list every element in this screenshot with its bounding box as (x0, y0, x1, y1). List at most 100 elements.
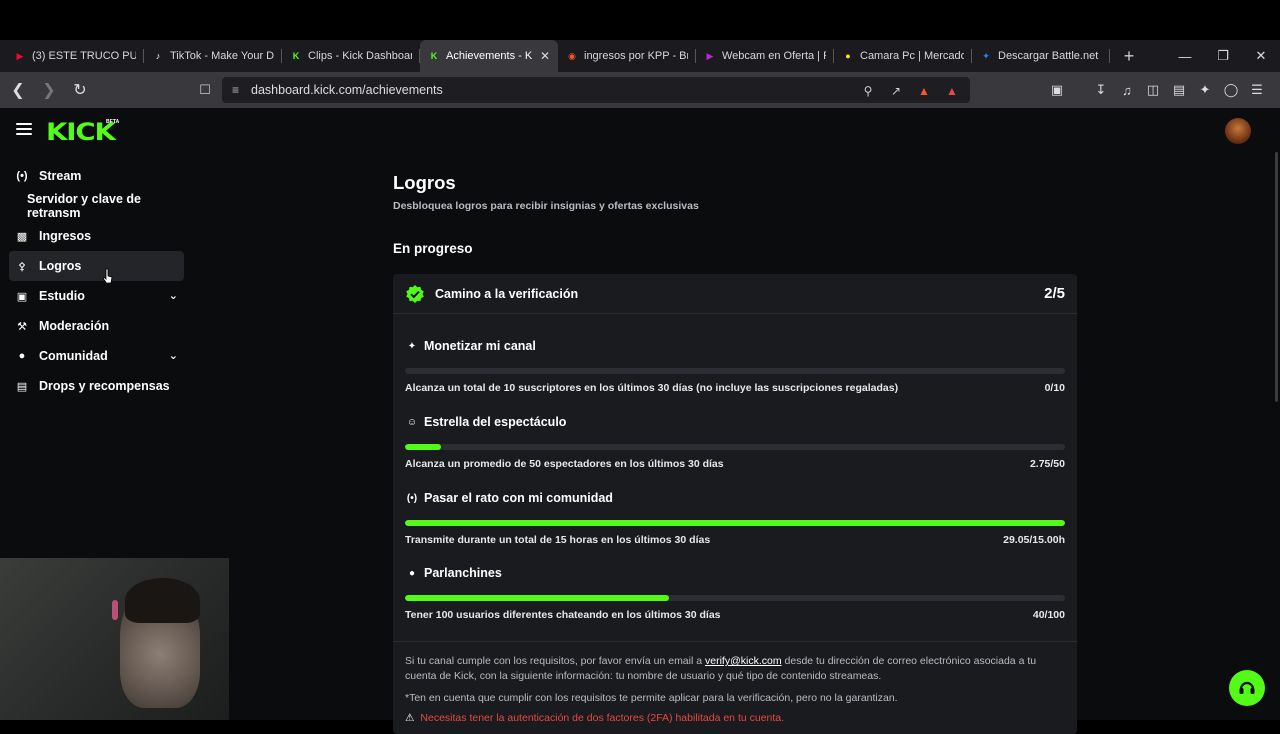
chart-icon: ▩ (16, 230, 28, 243)
webcam-hair (125, 578, 200, 623)
tab-separator (1109, 49, 1110, 63)
tab-title: Descargar Battle.net (998, 50, 1099, 62)
tab-title: Achievements - K (446, 50, 533, 62)
sidebar-item-label: Drops y recompensas (39, 379, 170, 393)
mouse-cursor-icon (103, 268, 113, 284)
browser-tab[interactable]: ✦ Descargar Battle.net (972, 40, 1110, 72)
page-subtitle: Desbloquea logros para recibir insignias… (393, 200, 699, 212)
trophy-icon: ⚴ (17, 260, 27, 273)
goal-description: Transmite durante un total de 15 horas e… (405, 534, 711, 546)
zoom-icon[interactable]: ⚲ (858, 81, 878, 101)
brave-rewards-icon[interactable]: ▲ (942, 81, 962, 101)
sidebar-nav: (•) Stream Servidor y clave de retransm ▩ In… (9, 161, 184, 401)
achievement-goal: ✦ Monetizar mi canal Alcanza un total de 1… (405, 338, 1065, 394)
brave-shields-icon[interactable]: ▲ (914, 81, 934, 101)
browser-tab[interactable]: ♪ TikTok - Make Your D (144, 40, 282, 72)
reload-button[interactable]: ↻ (67, 77, 93, 103)
goal-value: 0/10 (1044, 382, 1065, 394)
wallet-icon[interactable]: ▤ (1168, 77, 1190, 103)
browser-tab[interactable]: ▶ (3) ESTE TRUCO PUED (6, 40, 144, 72)
section-title: En progreso (393, 241, 473, 256)
vpn-icon[interactable]: ◯ (1220, 77, 1242, 103)
gift-icon: ▤ (16, 380, 28, 393)
battlenet-icon: ✦ (982, 50, 990, 61)
sidebar-item[interactable]: (•) Stream (9, 161, 184, 191)
mercadolibre-icon: ● (845, 51, 851, 61)
sidebar-item-label: Ingresos (39, 229, 92, 243)
two-factor-warning: ⚠ Necesitas tener la autenticación de dos… (405, 712, 784, 724)
goal-progress-fill (405, 444, 442, 450)
achievement-goal: (•) Pasar el rato con mi comunidad Transmi… (405, 490, 1065, 546)
goal-header: ● Parlanchines (405, 565, 1065, 581)
browser-tab[interactable]: K Clips - Kick Dashboard (282, 40, 420, 72)
chevron-down-icon[interactable]: ⌄ (169, 289, 178, 302)
goal-progress-bar (405, 595, 1065, 601)
play-icon: ▶ (706, 50, 714, 61)
goal-details: Alcanza un promedio de 50 espectadores e… (405, 458, 1065, 470)
goal-progress-bar (405, 520, 1065, 526)
hamburger-menu-icon[interactable] (16, 123, 32, 137)
screenshot-icon[interactable]: ▣ (1046, 77, 1068, 103)
goal-title: Pasar el rato con mi comunidad (424, 491, 613, 505)
youtube-icon: ▶ (16, 50, 24, 61)
sidebar-item[interactable]: Servidor y clave de retransm (9, 191, 184, 221)
site-settings-icon[interactable]: ≡ (232, 83, 239, 97)
goal-header: ☺ Estrella del espectáculo (405, 414, 1065, 430)
new-tab-button[interactable]: + (1116, 43, 1142, 69)
goal-progress-fill (405, 520, 1065, 526)
sidebar-item-label: Servidor y clave de retransm (27, 192, 141, 220)
user-avatar[interactable] (1225, 118, 1251, 144)
tab-title: Clips - Kick Dashboard (308, 50, 412, 62)
card-progress-count: 2/5 (1044, 285, 1065, 302)
bookmark-icon[interactable]: ☐ (194, 77, 216, 103)
goal-progress-bar (405, 444, 1065, 450)
browser-tab[interactable]: K Achievements - K ✕ (420, 40, 558, 72)
goal-progress-bar (405, 368, 1065, 374)
close-window-icon[interactable]: ✕ (1242, 40, 1280, 72)
menu-icon[interactable]: ☰ (1246, 77, 1268, 103)
card-divider (393, 641, 1077, 642)
verify-email-link[interactable]: verify@kick.com (705, 655, 782, 667)
kick-logo[interactable]: KICK (46, 118, 116, 146)
page-scrollbar[interactable] (1275, 152, 1278, 402)
community-icon: ● (18, 350, 26, 362)
sidebar-item[interactable]: ⚒ Moderación (9, 311, 184, 341)
goal-value: 2.75/50 (1029, 458, 1065, 470)
support-chat-button[interactable] (1229, 670, 1265, 706)
forward-button[interactable]: ❯ (36, 77, 62, 103)
sparkle-icon: ✦ (407, 340, 417, 352)
sidebar-item[interactable]: ▤ Drops y recompensas (9, 371, 184, 401)
close-tab-icon[interactable]: ✕ (540, 49, 550, 63)
goal-value: 29.05/15.00h (1003, 534, 1065, 546)
address-bar[interactable]: ≡ dashboard.kick.com/achievements ⚲ ↗ ▲ … (222, 77, 970, 103)
toolbar-spacer (1072, 77, 1086, 103)
goal-details: Tener 100 usuarios diferentes chateando … (405, 609, 1065, 621)
share-icon[interactable]: ↗ (886, 81, 906, 101)
url-text: dashboard.kick.com/achievements (251, 83, 443, 97)
chevron-down-icon[interactable]: ⌄ (169, 349, 178, 362)
tab-title: ingresos por KPP - Br (584, 50, 688, 62)
webcam-headphone-light (112, 600, 118, 620)
browser-tab[interactable]: ● Camara Pc | Mercado (834, 40, 972, 72)
sidebar-item-label: Moderación (39, 319, 110, 333)
back-button[interactable]: ❮ (5, 77, 31, 103)
goal-header: (•) Pasar el rato con mi comunidad (405, 490, 1065, 506)
minimize-icon[interactable]: — (1166, 40, 1204, 72)
sidebar-toggle-icon[interactable]: ◫ (1142, 77, 1164, 103)
media-icon[interactable]: ♫ (1116, 77, 1138, 103)
browser-tab[interactable]: ◉ ingresos por KPP - Br (558, 40, 696, 72)
browser-tab-strip: ▶ (3) ESTE TRUCO PUED ♪ TikTok - Make Your … (0, 40, 1280, 72)
window-controls: — ❐ ✕ (1166, 40, 1280, 72)
headset-icon (1239, 681, 1255, 694)
maximize-icon[interactable]: ❐ (1204, 40, 1242, 72)
sidebar-item[interactable]: ● Comunidad ⌄ (9, 341, 184, 371)
sidebar-item[interactable]: ⚴ Logros (9, 251, 184, 281)
leo-ai-icon[interactable]: ✦ (1194, 77, 1216, 103)
goal-header: ✦ Monetizar mi canal (405, 338, 1065, 354)
sidebar-item[interactable]: ▩ Ingresos (9, 221, 184, 251)
browser-tab[interactable]: ▶ Webcam en Oferta | P (696, 40, 834, 72)
kick-icon: K (430, 51, 438, 61)
sidebar-item[interactable]: ▣ Estudio ⌄ (9, 281, 184, 311)
download-icon[interactable]: ↧ (1090, 77, 1112, 103)
card-header[interactable]: Camino a la verificación 2/5 (393, 274, 1077, 314)
